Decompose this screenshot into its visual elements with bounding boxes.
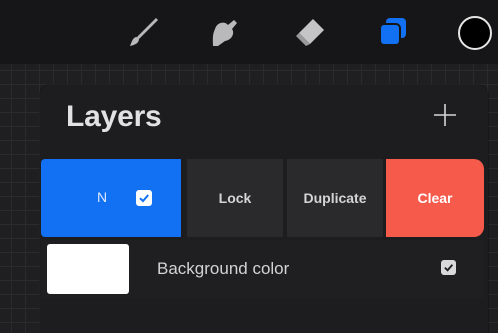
layers-tool-button[interactable]: [374, 14, 410, 50]
background-color-row[interactable]: Background color: [41, 240, 484, 298]
current-color-swatch[interactable]: [458, 16, 492, 50]
checkmark-icon: [444, 264, 454, 272]
top-toolbar: [0, 0, 498, 64]
blend-mode-button[interactable]: N: [97, 189, 107, 205]
lock-layer-button[interactable]: Lock: [187, 159, 283, 237]
layers-icon: [375, 15, 409, 49]
add-layer-button[interactable]: [430, 102, 460, 132]
layer-item-selected[interactable]: N: [41, 159, 181, 237]
eraser-icon: [293, 15, 327, 49]
brush-tool-button[interactable]: [126, 14, 162, 50]
panel-title: Layers: [66, 100, 162, 133]
background-color-thumbnail[interactable]: [47, 244, 129, 294]
background-color-label: Background color: [157, 259, 290, 278]
duplicate-layer-button[interactable]: Duplicate: [287, 159, 383, 237]
brush-icon: [127, 15, 161, 49]
background-visibility-checkbox[interactable]: [441, 260, 456, 275]
layer-visibility-checkbox[interactable]: [136, 190, 152, 206]
checkmark-icon: [139, 194, 149, 203]
plus-icon: [432, 102, 458, 133]
smudge-tool-button[interactable]: [206, 14, 242, 50]
clear-layer-button[interactable]: Clear: [386, 159, 484, 237]
smudge-icon: [207, 15, 241, 49]
layer-row: N Lock Duplicate Clear: [41, 159, 484, 237]
eraser-tool-button[interactable]: [292, 14, 328, 50]
